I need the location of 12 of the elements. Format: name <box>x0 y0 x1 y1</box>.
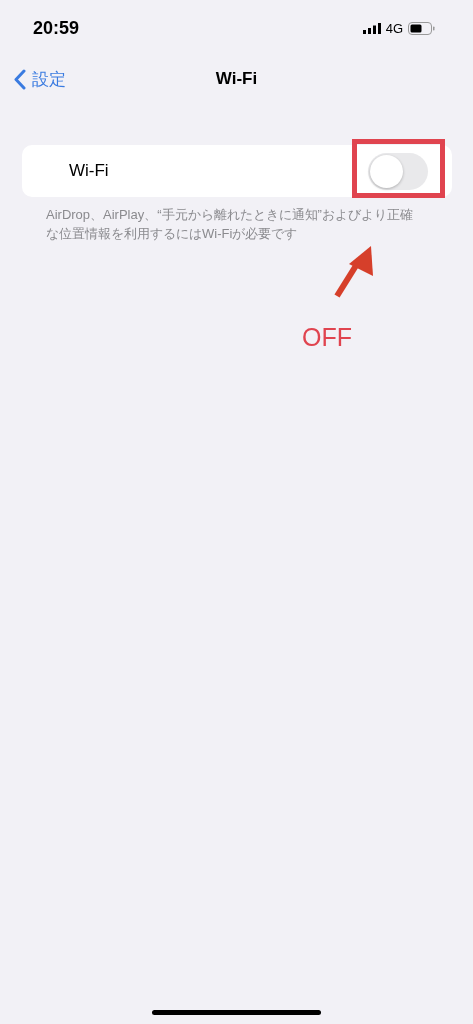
annotation-label: OFF <box>302 323 352 352</box>
back-button[interactable]: 設定 <box>14 67 66 91</box>
chevron-left-icon <box>14 68 26 90</box>
battery-icon <box>408 21 435 35</box>
wifi-footnote: AirDrop、AirPlay、“手元から離れたときに通知”およびより正確な位置情報を利用するにはWi-Fiが必要です <box>46 206 414 243</box>
arrow <box>334 246 373 298</box>
page-title: Wi-Fi <box>215 69 258 88</box>
signal-icon <box>362 22 381 34</box>
status-time: 20:59 <box>33 17 80 39</box>
wifi-label: Wi-Fi <box>69 161 109 181</box>
network-type: 4G <box>385 20 403 36</box>
wifi-toggle[interactable] <box>368 152 428 190</box>
